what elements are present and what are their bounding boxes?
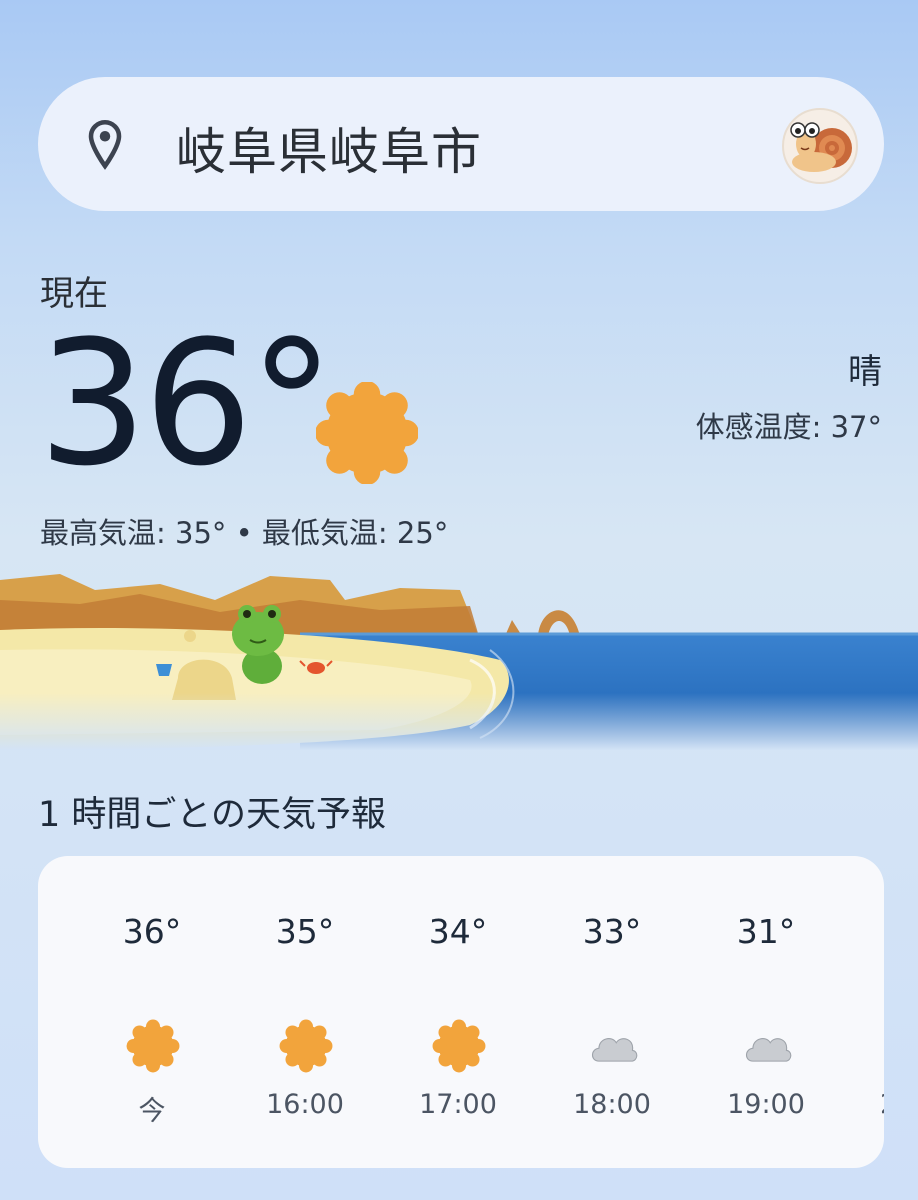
cloud-icon [745, 1038, 792, 1062]
hourly-forecast-title: 1 時間ごとの天気予報 [38, 795, 387, 835]
hourly-item[interactable]: 31° 19:00 [706, 856, 826, 1168]
feels-like: 体感温度: 37° [695, 410, 882, 444]
hourly-time: 18:00 [573, 1089, 651, 1120]
hourly-item[interactable]: 36° 今 [92, 856, 212, 1168]
sun-icon [316, 382, 418, 484]
account-avatar[interactable] [782, 108, 858, 184]
hourly-temp: 34° [428, 912, 488, 951]
hourly-forecast-card[interactable]: 36° 今 35° 16:00 34° 17:00 33° 18:00 31° … [38, 856, 884, 1168]
sun-icon [279, 1019, 333, 1073]
hourly-temp: 36° [122, 912, 182, 951]
high-low-temperature: 最高気温: 35° • 最低気温: 25° [40, 516, 449, 550]
sun-icon [126, 1019, 180, 1073]
hourly-time: 17:00 [419, 1089, 497, 1120]
beach-illustration [0, 560, 918, 750]
cloud-icon [591, 1038, 638, 1062]
hourly-item[interactable]: 34° 17:00 [398, 856, 518, 1168]
current-condition: 晴 [848, 352, 882, 392]
hourly-temp: 33° [582, 912, 642, 951]
hourly-time: 16:00 [266, 1089, 344, 1120]
hourly-item[interactable]: 35° 16:00 [245, 856, 365, 1168]
location-name[interactable]: 岐阜県岐阜市 [176, 112, 482, 184]
current-temperature: 36° [38, 303, 335, 504]
location-pin-icon [88, 119, 122, 170]
hourly-time: 19:00 [727, 1089, 805, 1120]
hourly-temp: 31° [736, 912, 796, 951]
hourly-time-partial: 2 [880, 1089, 884, 1120]
hourly-time: 今 [138, 1096, 166, 1127]
sun-icon [432, 1019, 486, 1073]
hourly-item[interactable]: 33° 18:00 [552, 856, 672, 1168]
hourly-temp: 35° [275, 912, 335, 951]
